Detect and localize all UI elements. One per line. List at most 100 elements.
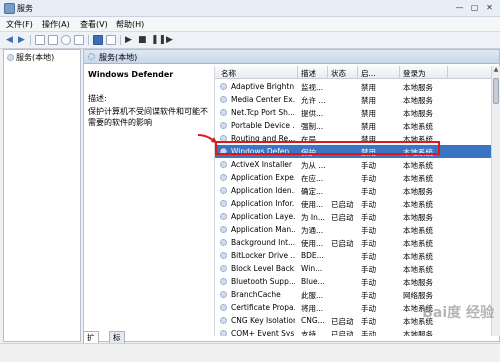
service-gear-icon: [220, 122, 227, 129]
service-desc: 将用...: [301, 304, 324, 313]
service-desc: 此服...: [301, 291, 324, 300]
service-gear-icon: [220, 109, 227, 116]
service-startup: 手动: [361, 317, 376, 326]
service-name: Net.Tcp Port Sh...: [231, 108, 295, 117]
service-name: BitLocker Drive ...: [231, 251, 295, 260]
service-row[interactable]: Application Laye... 为 In... 已启动 手动 本地服务: [215, 210, 491, 223]
service-gear-icon: [220, 83, 227, 90]
service-name: Application Expe...: [231, 173, 295, 182]
menu-help[interactable]: 帮助(H): [116, 19, 144, 30]
toolbar: ◀ ▶ ▶ ■ ❚❚ ▶: [0, 31, 500, 49]
service-logon: 本地服务: [403, 213, 433, 222]
service-desc: 确定...: [301, 187, 324, 196]
service-logon: 本地服务: [403, 109, 433, 118]
help-icon[interactable]: [93, 35, 103, 45]
refresh-icon[interactable]: [61, 35, 71, 45]
column-header-logon-as[interactable]: 登录为: [403, 68, 426, 79]
service-row[interactable]: Adaptive Brightn... 监视... 禁用 本地服务: [215, 80, 491, 93]
service-row[interactable]: Portable Device ... 强制... 禁用 本地系统: [215, 119, 491, 132]
service-status: 已启动: [331, 213, 354, 222]
service-name: Application Man...: [231, 225, 295, 234]
vertical-scrollbar[interactable]: ▲: [491, 66, 500, 336]
forward-icon[interactable]: ▶: [18, 34, 25, 46]
service-desc: 提供...: [301, 109, 324, 118]
services-gear-icon: [88, 53, 95, 60]
service-logon: 本地系统: [403, 122, 433, 131]
service-name: Media Center Ex...: [231, 95, 295, 104]
service-startup: 手动: [361, 330, 376, 336]
service-logon: 本地系统: [403, 161, 433, 170]
column-header-startup-type[interactable]: 启...: [361, 68, 376, 79]
menu-action[interactable]: 操作(A): [42, 19, 70, 30]
service-startup: 手动: [361, 213, 376, 222]
column-header-name[interactable]: 名称: [221, 68, 236, 79]
service-row[interactable]: Media Center Ex... 允许 ... 禁用 本地服务: [215, 93, 491, 106]
annotation-arrow-icon: [197, 134, 217, 143]
column-header-description[interactable]: 描述: [301, 68, 316, 79]
properties-icon[interactable]: [48, 35, 58, 45]
minimize-button[interactable]: —: [453, 2, 466, 13]
menu-file[interactable]: 文件(F): [6, 19, 33, 30]
service-row[interactable]: ActiveX Installer ... 为从 ... 手动 本地系统: [215, 158, 491, 171]
view-icon[interactable]: [106, 35, 116, 45]
service-row[interactable]: Application Man... 为通... 手动 本地系统: [215, 223, 491, 236]
service-logon: 本地服务: [403, 187, 433, 196]
service-row[interactable]: BitLocker Drive ... BDE... 手动 本地系统: [215, 249, 491, 262]
maximize-button[interactable]: ▢: [468, 2, 481, 13]
service-gear-icon: [220, 226, 227, 233]
highlight-box: [215, 141, 440, 155]
description-label: 描述:: [88, 94, 107, 103]
pause-icon[interactable]: ❚❚: [151, 34, 166, 46]
service-gear-icon: [220, 213, 227, 220]
start-icon[interactable]: ▶: [125, 34, 132, 46]
service-logon: 本地系统: [403, 265, 433, 274]
service-startup: 手动: [361, 278, 376, 287]
service-gear-icon: [220, 174, 227, 181]
service-row[interactable]: Application Infor... 使用... 已启动 手动 本地系统: [215, 197, 491, 210]
service-row[interactable]: Application Expe... 在应... 手动 本地系统: [215, 171, 491, 184]
back-icon[interactable]: ◀: [6, 34, 13, 46]
service-status: 已启动: [331, 317, 354, 326]
service-row[interactable]: COM+ Event Sys... 支持... 已启动 手动 本地服务: [215, 327, 491, 336]
service-row[interactable]: Block Level Back... Win... 手动 本地系统: [215, 262, 491, 275]
services-list: 名称 描述 状态 启... 登录为 Adaptive Brightn... 监视.…: [214, 66, 499, 336]
service-desc: BDE...: [301, 251, 324, 260]
service-startup: 手动: [361, 252, 376, 261]
tree-item-services-local[interactable]: 服务(本地): [7, 52, 54, 63]
restart-icon[interactable]: ▶: [166, 34, 173, 46]
service-row[interactable]: Application Iden... 确定... 手动 本地服务: [215, 184, 491, 197]
service-startup: 手动: [361, 239, 376, 248]
service-name: Portable Device ...: [231, 121, 295, 130]
service-logon: 本地系统: [403, 226, 433, 235]
column-header-row: 名称 描述 状态 启... 登录为: [215, 66, 499, 79]
close-button[interactable]: ✕: [483, 2, 496, 13]
service-name: Certificate Propa...: [231, 303, 295, 312]
service-name: Application Laye...: [231, 212, 295, 221]
service-desc: 支持...: [301, 330, 324, 336]
service-gear-icon: [220, 252, 227, 259]
service-name: Application Iden...: [231, 186, 295, 195]
scroll-thumb[interactable]: [493, 78, 499, 104]
console-tree-icon[interactable]: [35, 35, 45, 45]
export-icon[interactable]: [74, 35, 84, 45]
scroll-up-icon[interactable]: ▲: [492, 66, 500, 75]
service-name: CNG Key Isolation: [231, 316, 295, 325]
menu-view[interactable]: 查看(V): [80, 19, 108, 30]
service-row[interactable]: Bluetooth Supp... Blue... 手动 本地服务: [215, 275, 491, 288]
watermark-logo: Bai度 经验: [422, 305, 494, 321]
service-row[interactable]: BranchCache 此服... 手动 网络服务: [215, 288, 491, 301]
service-desc: 在应...: [301, 174, 324, 183]
service-status: 已启动: [331, 200, 354, 209]
service-desc: 允许 ...: [301, 96, 326, 105]
service-gear-icon: [220, 317, 227, 324]
service-gear-icon: [220, 278, 227, 285]
service-startup: 禁用: [361, 96, 376, 105]
column-header-status[interactable]: 状态: [331, 68, 346, 79]
services-panel: 服务(本地) Windows Defender 描述: 保护计算机不受间谍软件和…: [83, 49, 500, 342]
service-row[interactable]: Net.Tcp Port Sh... 提供... 禁用 本地服务: [215, 106, 491, 119]
stop-icon[interactable]: ■: [138, 34, 147, 46]
selected-service-name: Windows Defender: [88, 70, 174, 79]
service-startup: 手动: [361, 187, 376, 196]
service-startup: 手动: [361, 200, 376, 209]
service-row[interactable]: Background Int... 使用... 已启动 手动 本地系统: [215, 236, 491, 249]
